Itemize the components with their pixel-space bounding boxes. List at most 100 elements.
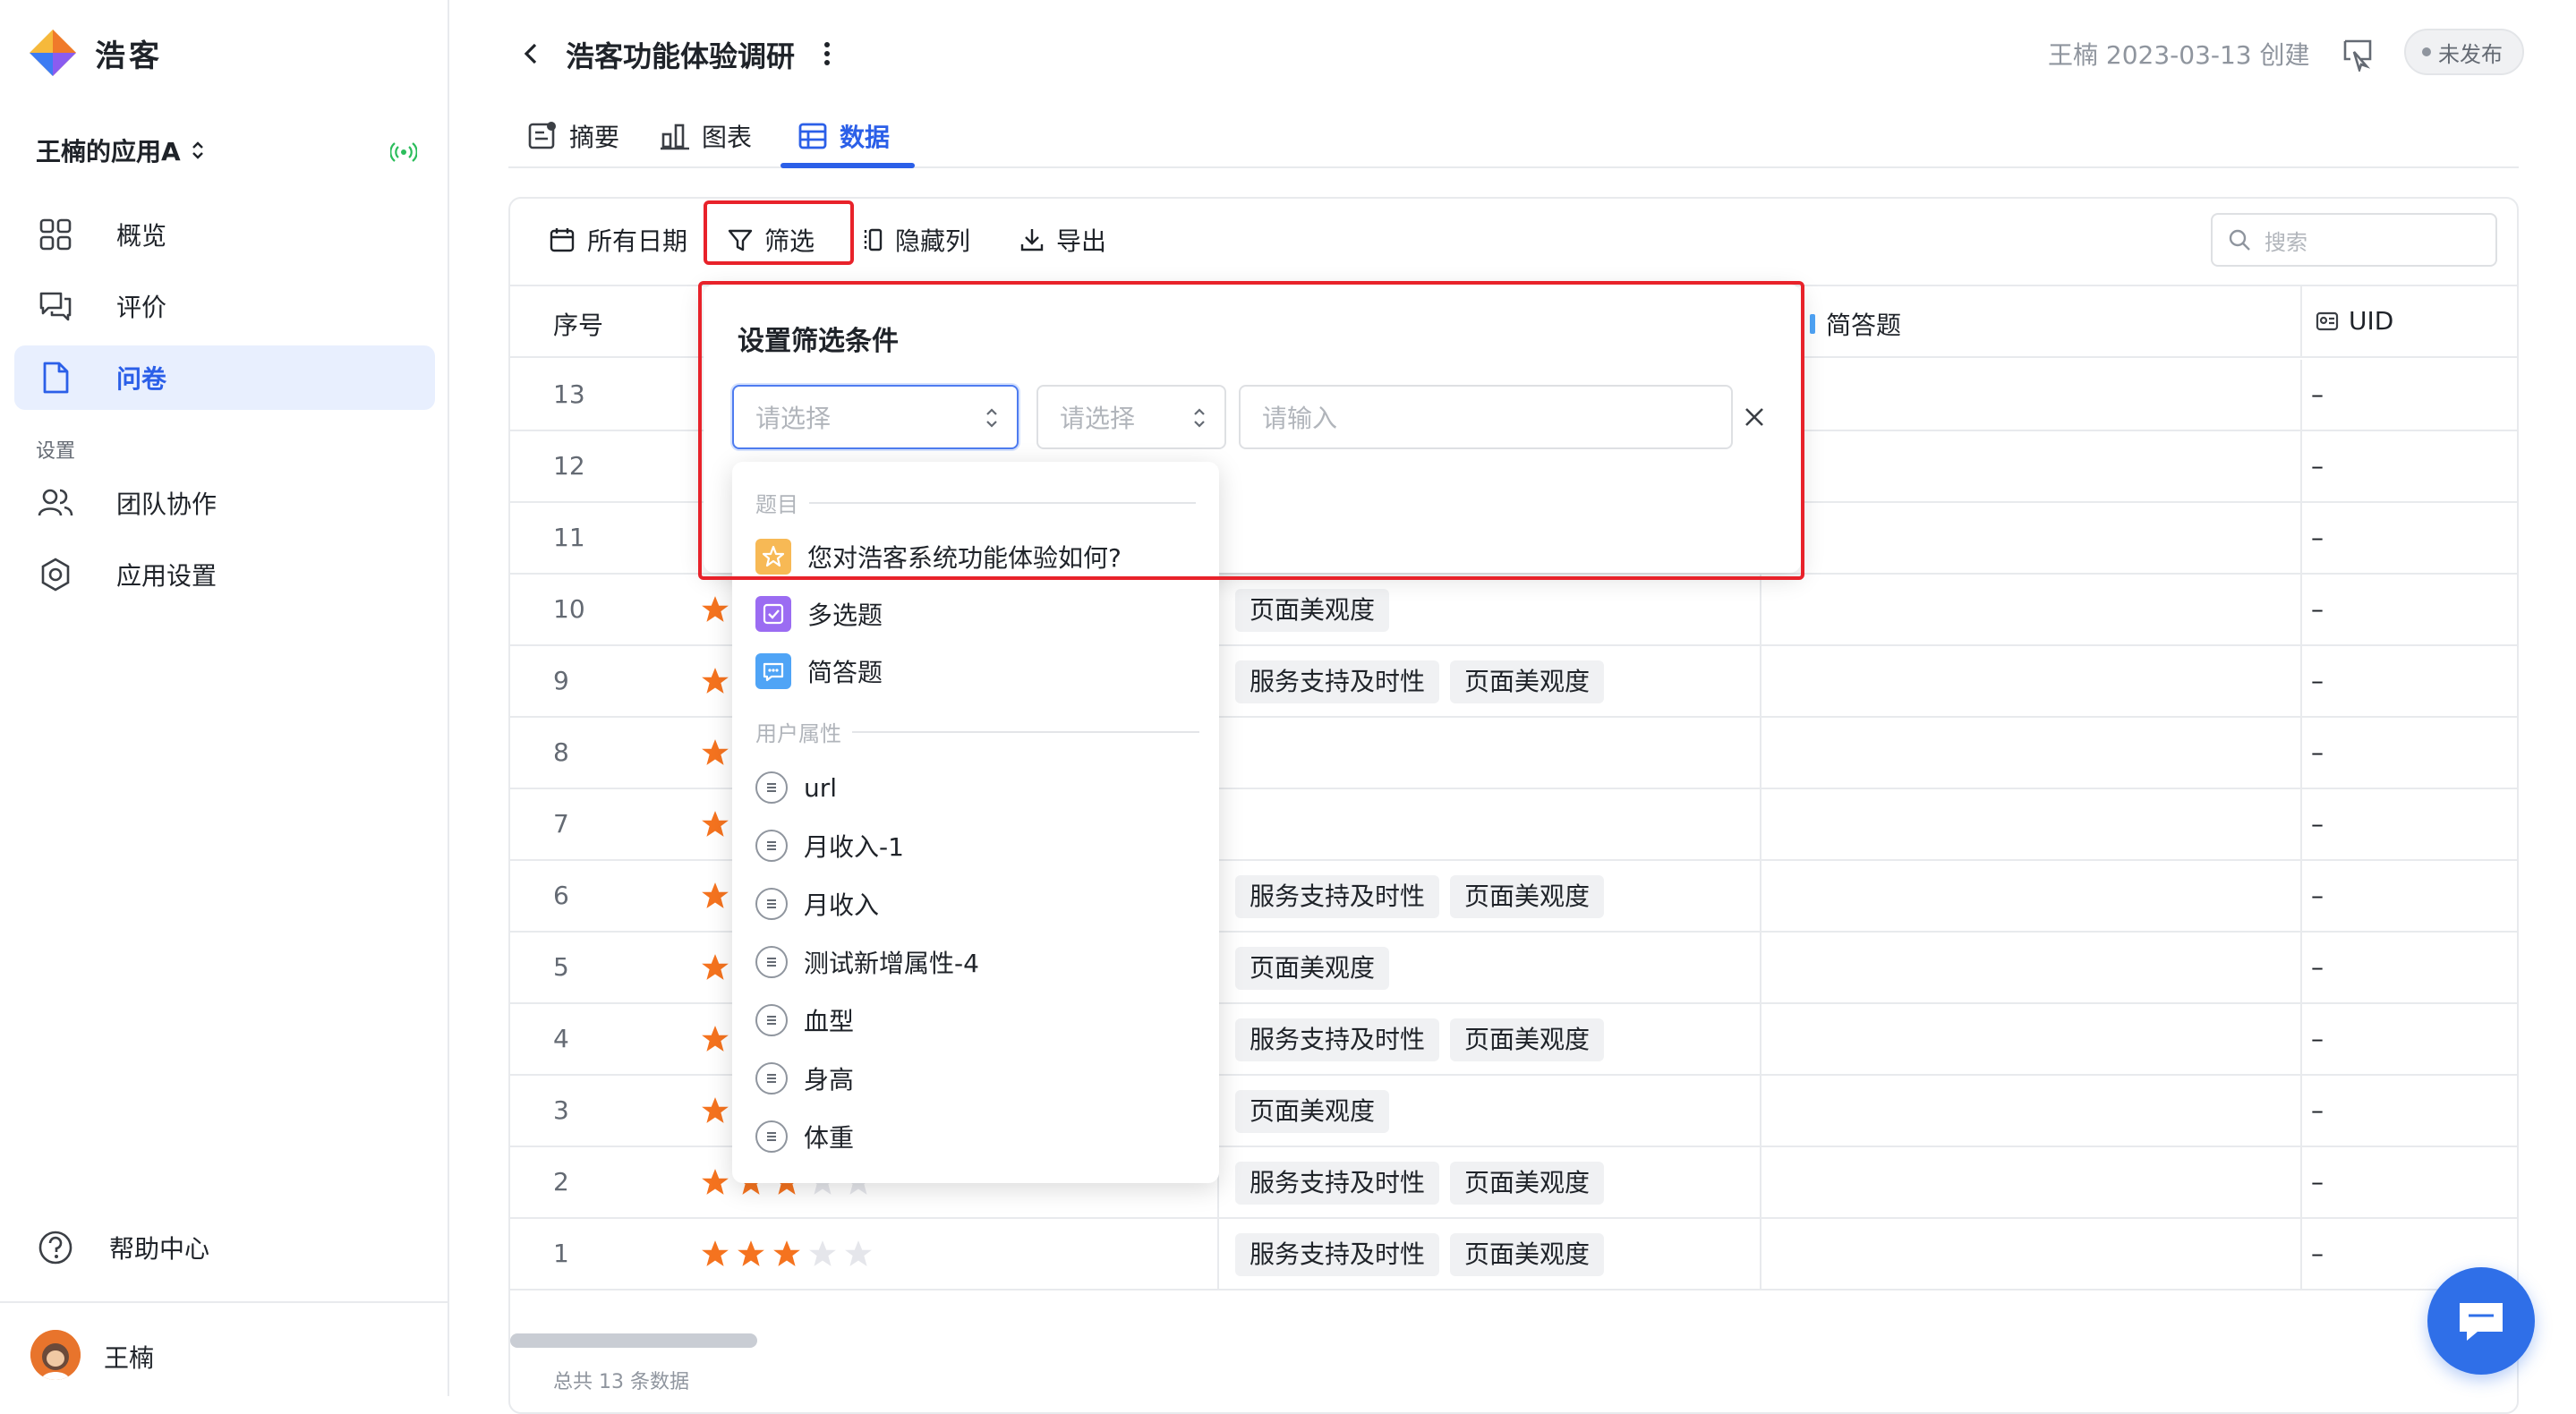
chat-support-button[interactable] [2427, 1267, 2535, 1375]
brand[interactable]: 浩客 [27, 27, 163, 79]
document-icon [43, 362, 69, 394]
app-selector[interactable]: 王楠的应用A [36, 132, 206, 168]
rating-stars [700, 1095, 730, 1126]
uid-cell: – [2311, 809, 2324, 839]
preview-icon[interactable] [2340, 36, 2376, 72]
option-tag: 页面美观度 [1235, 589, 1390, 632]
date-range-button[interactable]: 所有日期 [548, 220, 687, 260]
tags-cell: 页面美观度 [1235, 1090, 1390, 1133]
creator-info: 王楠 2023-03-13 创建 [2048, 40, 2310, 70]
option-tag: 服务支持及时性 [1235, 875, 1440, 918]
value-input[interactable]: 请输入 [1239, 385, 1733, 449]
filter-label: 筛选 [764, 226, 815, 256]
dropdown-item-attribute[interactable]: url [755, 770, 837, 805]
sidebar: 浩客 王楠的应用A 概览 评价 问卷 设置 团队协作 应用设置 帮助中心 王楠 [0, 0, 449, 1396]
sidebar-item-label: 评价 [116, 293, 167, 322]
help-label: 帮助中心 [109, 1234, 210, 1264]
star-filled-icon [702, 954, 729, 980]
filter-button[interactable]: 筛选 [727, 220, 815, 260]
item-label: 简答题 [807, 658, 883, 687]
item-label: 血型 [804, 1007, 855, 1036]
back-icon[interactable] [519, 38, 544, 70]
row-id: 5 [553, 952, 569, 982]
column-divider [1217, 1219, 1219, 1290]
horizontal-scrollbar[interactable] [510, 1333, 757, 1348]
option-tag: 服务支持及时性 [1235, 660, 1440, 703]
chart-icon [661, 124, 689, 150]
divider [852, 730, 1199, 733]
tags-cell: 服务支持及时性 页面美观度 [1235, 875, 1605, 918]
search-input[interactable]: 搜索 [2211, 213, 2497, 267]
hide-columns-button[interactable]: 隐藏列 [863, 220, 970, 260]
row-id: 12 [553, 451, 585, 481]
date-range-label: 所有日期 [587, 226, 688, 256]
uid-cell: – [2311, 1167, 2324, 1197]
dropdown-item-question[interactable]: 您对浩客系统功能体验如何? [755, 539, 1122, 575]
sidebar-item-team[interactable]: 团队协作 [14, 471, 435, 535]
export-button[interactable]: 导出 [1019, 220, 1106, 260]
operator-select[interactable]: 请选择 [1036, 385, 1226, 449]
updown-chevron-icon [192, 141, 203, 159]
dropdown-item-question[interactable]: 多选题 [755, 596, 883, 632]
uid-cell: – [2311, 451, 2324, 481]
filter-icon [728, 229, 753, 251]
divider [809, 501, 1196, 504]
avatar[interactable] [30, 1330, 81, 1380]
table-row[interactable]: 1 服务支持及时性 页面美观度 – [510, 1219, 2517, 1290]
rating-stars [700, 809, 730, 839]
column-header-id[interactable]: 序号 [553, 306, 603, 342]
more-icon[interactable] [822, 38, 832, 70]
column-divider [2300, 1147, 2302, 1219]
item-label: 您对浩客系统功能体验如何? [807, 543, 1122, 573]
tab-charts[interactable]: 图表 [659, 107, 752, 165]
user-name: 王楠 [104, 1343, 155, 1373]
tab-summary[interactable]: 摘要 [526, 107, 619, 165]
option-tag: 页面美观度 [1450, 660, 1605, 703]
column-divider [2300, 431, 2302, 503]
column-divider [1760, 933, 1761, 1004]
sidebar-item-reviews[interactable]: 评价 [14, 274, 435, 338]
sidebar-item-surveys[interactable]: 问卷 [14, 345, 435, 410]
help-center[interactable]: 帮助中心 [14, 1215, 435, 1280]
field-select-placeholder: 请选择 [755, 404, 832, 433]
option-tag: 服务支持及时性 [1235, 1233, 1440, 1276]
column-divider [2300, 503, 2302, 575]
dropdown-item-attribute[interactable]: 月收入-1 [755, 828, 904, 864]
list-icon [755, 888, 788, 920]
option-tag: 页面美观度 [1235, 947, 1390, 990]
dropdown-item-attribute[interactable]: 体重 [755, 1119, 854, 1154]
settings-group-label: 设置 [36, 440, 76, 463]
list-icon [755, 1062, 788, 1095]
column-divider [1760, 718, 1761, 789]
message-icon [1810, 314, 1815, 334]
uid-cell: – [2311, 1239, 2324, 1268]
rating-stars [700, 1024, 730, 1054]
dropdown-item-attribute[interactable]: 月收入 [755, 886, 879, 922]
option-tag: 页面美观度 [1450, 1233, 1605, 1276]
tab-data[interactable]: 数据 [797, 107, 890, 165]
sidebar-item-overview[interactable]: 概览 [14, 202, 435, 267]
updown-chevron-icon [1194, 408, 1205, 428]
dropdown-item-question[interactable]: 简答题 [755, 653, 883, 689]
rating-stars [700, 881, 730, 911]
item-label: 测试新增属性-4 [804, 949, 979, 978]
app-name: 王楠的应用A [36, 137, 181, 166]
column-header-label: 序号 [553, 311, 604, 340]
column-divider [1760, 1219, 1761, 1290]
status-badge: 未发布 [2404, 29, 2524, 75]
star-filled-icon [702, 811, 729, 837]
filter-popover-title: 设置筛选条件 [738, 326, 899, 357]
column-header-short-answer[interactable]: 简答题 [1810, 306, 1901, 342]
help-icon [38, 1231, 73, 1265]
status-text: 未发布 [2438, 41, 2503, 67]
field-select[interactable]: 请选择 [732, 385, 1019, 449]
column-header-uid[interactable]: UID [2315, 306, 2393, 336]
dropdown-item-attribute[interactable]: 测试新增属性-4 [755, 944, 979, 980]
close-icon[interactable] [1742, 405, 1767, 430]
star-filled-icon [702, 1240, 729, 1266]
dropdown-item-attribute[interactable]: 血型 [755, 1002, 854, 1038]
dropdown-item-attribute[interactable]: 身高 [755, 1060, 854, 1096]
item-label: url [804, 772, 838, 803]
column-divider [2300, 360, 2302, 431]
sidebar-item-app-settings[interactable]: 应用设置 [14, 542, 435, 607]
